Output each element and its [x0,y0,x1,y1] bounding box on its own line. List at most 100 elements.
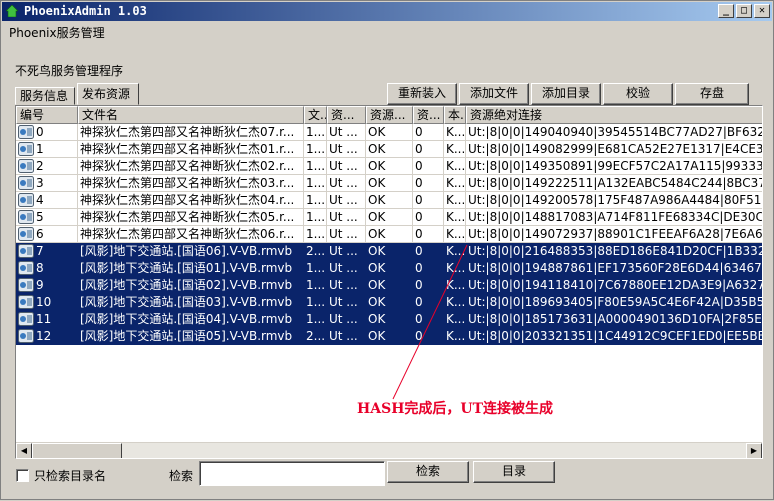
media-file-icon [18,210,34,224]
only-directory-checkbox[interactable] [16,469,29,482]
cell-col-status: OK [366,158,413,175]
cell-col-id: 5 [16,209,78,226]
table-row[interactable]: 10 [风影]地下交通站.[国语03].V-VB.rmvb 1... Ut ... OK… [16,294,762,311]
cell-col-type: Ut ... [327,209,366,226]
table-row[interactable]: 1 神探狄仁杰第四部又名神断狄仁杰01.r... 1... Ut ... OK 0 K...… [16,141,762,158]
table-row[interactable]: 6 神探狄仁杰第四部又名神断狄仁杰06.r... 1... Ut ... OK 0 K...… [16,226,762,243]
cell-col-filename: 神探狄仁杰第四部又名神断狄仁杰04.r... [78,192,304,209]
minimize-button[interactable]: _ [718,4,734,18]
search-input[interactable] [199,461,385,486]
cell-col-count: 0 [413,124,444,141]
cell-col-local: K... [444,328,466,345]
media-file-icon [18,176,34,190]
cell-col-filename: [风影]地下交通站.[国语05].V-VB.rmvb [78,328,304,345]
cell-col-local: K... [444,226,466,243]
row-id: 1 [36,142,44,156]
row-id: 11 [36,312,52,326]
table-row[interactable]: 5 神探狄仁杰第四部又名神断狄仁杰05.r... 1... Ut ... OK 0 K...… [16,209,762,226]
cell-col-local: K... [444,175,466,192]
directory-button[interactable]: 目录 [473,461,555,483]
cell-col-type: Ut ... [327,328,366,345]
add-file-button[interactable]: 添加文件 [459,83,529,105]
cell-col-id: 3 [16,175,78,192]
reload-button[interactable]: 重新装入 [387,83,457,105]
row-id: 6 [36,227,44,241]
scroll-right-button[interactable]: ▶ [746,443,762,458]
cell-col-count: 0 [413,141,444,158]
cell-col-type: Ut ... [327,243,366,260]
cell-col-status: OK [366,175,413,192]
search-button[interactable]: 检索 [387,461,469,483]
menu-item-phoenix[interactable]: Phoenix服务管理 [9,24,105,41]
table-row[interactable]: 11 [风影]地下交通站.[国语04].V-VB.rmvb 1... Ut ... OK… [16,311,762,328]
cell-col-id: 4 [16,192,78,209]
header-col-count[interactable]: 资... [413,106,444,124]
table-row[interactable]: 2 神探狄仁杰第四部又名神断狄仁杰02.r... 1... Ut ... OK 0 K...… [16,158,762,175]
header-col-id[interactable]: 编号 [16,106,78,124]
cell-col-count: 0 [413,209,444,226]
cell-col-size: 1... [304,175,327,192]
cell-col-size: 1... [304,124,327,141]
header-col-filename[interactable]: 文件名 [78,106,304,124]
section-label: 不死鸟服务管理程序 [15,64,124,78]
cell-col-link: Ut:|8|0|0|149072937|88901C1FEEAF6A28|7E6… [466,226,762,243]
table-row[interactable]: 7 [风影]地下交通站.[国语06].V-VB.rmvb 2... Ut ... OK 0… [16,243,762,260]
title-bar[interactable]: PhoenixAdmin 1.03 _ □ ✕ [2,2,772,21]
horizontal-scrollbar[interactable]: ◀ ▶ [16,442,762,458]
row-id: 2 [36,159,44,173]
row-id: 3 [36,176,44,190]
header-col-link[interactable]: 资源绝对连接 [466,106,762,124]
header-col-local[interactable]: 本... [444,106,466,124]
header-col-type[interactable]: 资... [327,106,366,124]
table-row[interactable]: 9 [风影]地下交通站.[国语02].V-VB.rmvb 1... Ut ... OK 0… [16,277,762,294]
home-icon [6,5,18,17]
tab-publish-resources[interactable]: 发布资源 [77,83,139,105]
save-button[interactable]: 存盘 [675,83,749,105]
cell-col-link: Ut:|8|0|0|149200578|175F487A986A4484|80F… [466,192,762,209]
cell-col-status: OK [366,294,413,311]
cell-col-size: 1... [304,311,327,328]
header-col-size[interactable]: 文... [304,106,327,124]
verify-button[interactable]: 校验 [603,83,673,105]
table-row[interactable]: 8 [风影]地下交通站.[国语01].V-VB.rmvb 1... Ut ... OK 0… [16,260,762,277]
table-row[interactable]: 0 神探狄仁杰第四部又名神断狄仁杰07.r... 1... Ut ... OK 0 K...… [16,124,762,141]
window-controls: _ □ ✕ [718,4,770,18]
cell-col-status: OK [366,226,413,243]
close-button[interactable]: ✕ [754,4,770,18]
cell-col-count: 0 [413,294,444,311]
cell-col-id: 0 [16,124,78,141]
maximize-button[interactable]: □ [736,4,752,18]
cell-col-type: Ut ... [327,294,366,311]
cell-col-link: Ut:|8|0|0|149222511|A132EABC5484C244|8BC… [466,175,762,192]
row-id: 7 [36,244,44,258]
add-directory-button[interactable]: 添加目录 [531,83,601,105]
cell-col-local: K... [444,192,466,209]
header-col-status[interactable]: 资源... [366,106,413,124]
cell-col-size: 1... [304,158,327,175]
cell-col-local: K... [444,311,466,328]
cell-col-count: 0 [413,243,444,260]
media-file-icon [18,244,34,258]
media-file-icon [18,125,34,139]
table-row[interactable]: 12 [风影]地下交通站.[国语05].V-VB.rmvb 2... Ut ... OK… [16,328,762,345]
media-file-icon [18,295,34,309]
search-label: 检索 [169,469,194,483]
cell-col-status: OK [366,243,413,260]
cell-col-filename: [风影]地下交通站.[国语02].V-VB.rmvb [78,277,304,294]
cell-col-status: OK [366,260,413,277]
table-row[interactable]: 4 神探狄仁杰第四部又名神断狄仁杰04.r... 1... Ut ... OK 0 K...… [16,192,762,209]
cell-col-id: 12 [16,328,78,345]
scrollbar-thumb[interactable] [32,443,122,458]
cell-col-local: K... [444,243,466,260]
cell-col-size: 1... [304,141,327,158]
tab-service-info[interactable]: 服务信息 [15,87,75,105]
close-icon: ✕ [758,5,766,16]
table-row[interactable]: 3 神探狄仁杰第四部又名神断狄仁杰03.r... 1... Ut ... OK 0 K...… [16,175,762,192]
media-file-icon [18,329,34,343]
cell-col-type: Ut ... [327,192,366,209]
cell-col-filename: [风影]地下交通站.[国语06].V-VB.rmvb [78,243,304,260]
row-id: 0 [36,125,44,139]
scroll-left-button[interactable]: ◀ [16,443,32,458]
cell-col-local: K... [444,209,466,226]
cell-col-id: 7 [16,243,78,260]
